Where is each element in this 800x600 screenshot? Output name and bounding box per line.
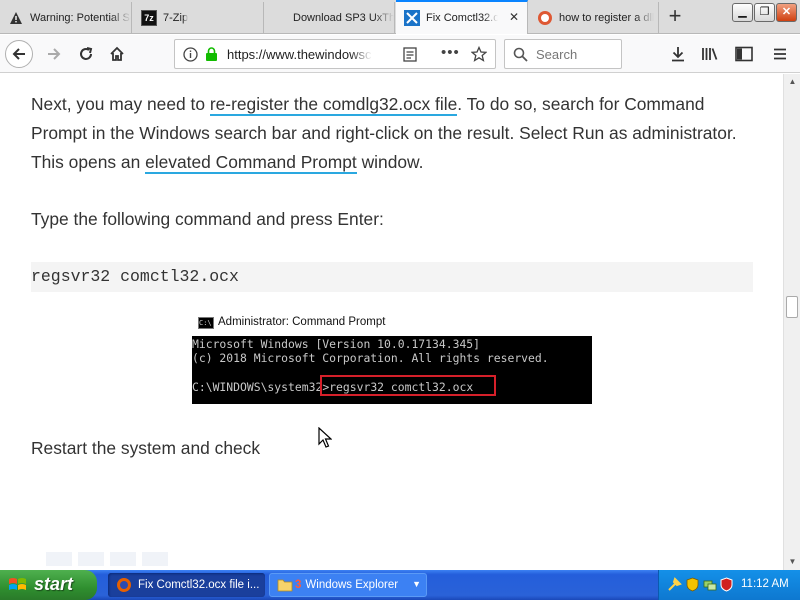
tab-security-warning[interactable]: Warning: Potential Security Risk bbox=[0, 2, 132, 33]
forward-arrow-icon bbox=[48, 48, 61, 60]
reload-button[interactable] bbox=[72, 40, 100, 68]
clock[interactable]: 11:12 AM bbox=[741, 578, 789, 590]
url-bar[interactable]: https://www.thewindowsclub.com ••• bbox=[174, 39, 496, 69]
system-tray: 11:12 AM bbox=[658, 570, 800, 600]
taskbar-item-label: Windows Explorer bbox=[305, 579, 399, 591]
hamburger-menu-icon bbox=[774, 48, 786, 60]
sidebar-icon bbox=[735, 46, 753, 62]
article-paragraph-1: Next, you may need to re-register the co… bbox=[31, 90, 751, 177]
tab-register-dll[interactable]: how to register a dll bbox=[529, 2, 659, 33]
warning-icon bbox=[8, 10, 24, 26]
downloads-button[interactable] bbox=[664, 40, 692, 68]
tab-fix-comctl32[interactable]: Fix Comctl32.ocx file ✕ bbox=[396, 0, 528, 34]
home-button[interactable] bbox=[103, 40, 131, 68]
start-label: start bbox=[34, 574, 74, 594]
windows-flag-icon bbox=[8, 576, 26, 594]
tab-bar: Warning: Potential Security Risk 7z 7-Zi… bbox=[0, 0, 800, 34]
article-paragraph-2: Type the following command and press Ent… bbox=[31, 209, 384, 229]
mouse-cursor-icon bbox=[318, 426, 333, 454]
scroll-down-arrow-icon[interactable]: ▼ bbox=[785, 554, 800, 570]
bookmark-star-icon[interactable] bbox=[470, 45, 488, 65]
code-block: regsvr32 comctl32.ocx bbox=[31, 262, 753, 292]
tab-label: 7-Zip bbox=[163, 11, 189, 24]
tray-tool-icon[interactable] bbox=[667, 577, 682, 592]
windows-logo-icon bbox=[404, 10, 420, 26]
library-button[interactable] bbox=[696, 40, 724, 68]
tab-label: how to register a dll bbox=[559, 11, 655, 24]
close-tab-icon[interactable]: ✕ bbox=[509, 10, 519, 24]
back-arrow-icon bbox=[12, 48, 25, 60]
cmd-line: (c) 2018 Microsoft Corporation. All righ… bbox=[192, 351, 549, 365]
re-register-link[interactable]: re-register the comdlg32.ocx file bbox=[209, 94, 458, 116]
cmd-title: Administrator: Command Prompt bbox=[218, 316, 386, 328]
tab-label: Fix Comctl32.ocx file bbox=[426, 12, 498, 24]
antivirus-icon[interactable] bbox=[719, 577, 734, 592]
search-icon bbox=[513, 47, 528, 65]
new-tab-button[interactable]: + bbox=[660, 4, 690, 30]
duckduckgo-icon bbox=[537, 10, 553, 26]
security-shield-icon[interactable] bbox=[685, 577, 700, 592]
reload-icon bbox=[80, 47, 93, 60]
navigation-bar: https://www.thewindowsclub.com ••• Searc… bbox=[0, 35, 800, 73]
folder-icon bbox=[277, 578, 293, 592]
text-fragment: window. bbox=[356, 152, 424, 172]
article-paragraph-3: Restart the system and check bbox=[31, 438, 261, 458]
group-dropdown-icon[interactable]: ▼ bbox=[412, 579, 421, 589]
back-button[interactable] bbox=[5, 40, 33, 68]
network-icon[interactable] bbox=[702, 577, 717, 592]
scrollbar-thumb[interactable] bbox=[786, 296, 798, 318]
page-actions-icon[interactable]: ••• bbox=[441, 44, 460, 61]
text-fragment: Next, you may need to bbox=[31, 94, 210, 114]
home-icon bbox=[110, 46, 124, 61]
reader-view-icon[interactable] bbox=[403, 47, 417, 65]
start-button[interactable]: start bbox=[0, 570, 97, 600]
tab-7zip[interactable]: 7z 7-Zip bbox=[133, 2, 264, 33]
taskbar-item-label: Fix Comctl32.ocx file i... bbox=[138, 579, 260, 591]
cmd-line: Microsoft Windows [Version 10.0.17134.34… bbox=[192, 337, 481, 351]
page-content: Next, you may need to re-register the co… bbox=[0, 74, 783, 570]
tab-label: Warning: Potential Security Risk bbox=[30, 11, 131, 24]
library-icon bbox=[702, 48, 718, 60]
cmd-prompt-path: C:\WINDOWS\system32 bbox=[192, 380, 323, 394]
forward-button[interactable] bbox=[40, 40, 68, 68]
tab-label: Download SP3 UxTheme bbox=[293, 11, 394, 24]
minimize-button[interactable]: ▁ bbox=[732, 3, 753, 22]
menu-button[interactable] bbox=[766, 40, 794, 68]
taskbar-item-explorer[interactable]: 3 Windows Explorer ▼ bbox=[269, 573, 427, 597]
command-highlight-box bbox=[320, 375, 496, 396]
lock-icon bbox=[205, 47, 218, 65]
vertical-scrollbar[interactable]: ▲ ▼ bbox=[783, 74, 800, 570]
elevated-command-prompt-link[interactable]: elevated Command Prompt bbox=[145, 152, 357, 174]
command-prompt-screenshot: C:\ Administrator: Command Prompt Micros… bbox=[192, 312, 592, 404]
restore-button[interactable]: ❐ bbox=[754, 3, 775, 22]
close-window-button[interactable]: ✕ bbox=[776, 3, 797, 22]
search-placeholder: Search bbox=[536, 47, 578, 62]
taskbar-item-firefox[interactable]: Fix Comctl32.ocx file i... bbox=[108, 573, 265, 597]
window-count: 3 bbox=[295, 579, 302, 591]
7zip-icon: 7z bbox=[141, 9, 157, 26]
download-icon bbox=[672, 47, 684, 62]
search-box[interactable]: Search bbox=[504, 39, 622, 69]
tab-download-uxtheme[interactable]: Download SP3 UxTheme bbox=[265, 2, 395, 33]
cmd-title-bar: C:\ Administrator: Command Prompt bbox=[192, 312, 592, 336]
taskbar: start Fix Comctl32.ocx file i... 3 Windo… bbox=[0, 570, 800, 600]
info-icon[interactable] bbox=[183, 47, 198, 65]
faded-share-buttons bbox=[46, 552, 168, 570]
url-text: https://www.thewindowsclub.com bbox=[227, 47, 372, 62]
cmd-icon: C:\ bbox=[198, 317, 214, 329]
scroll-up-arrow-icon[interactable]: ▲ bbox=[785, 74, 800, 90]
sidebar-button[interactable] bbox=[730, 40, 758, 68]
firefox-icon bbox=[116, 577, 132, 593]
